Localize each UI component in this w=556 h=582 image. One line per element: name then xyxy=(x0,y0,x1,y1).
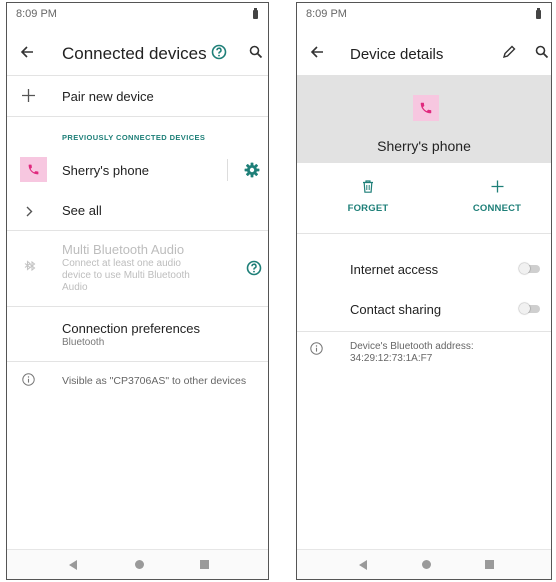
multi-audio-subtitle-line: Audio xyxy=(62,282,88,293)
connection-preferences-subtitle: Bluetooth xyxy=(62,337,105,348)
gear-icon[interactable] xyxy=(240,158,264,182)
chevron-right-icon xyxy=(26,204,33,222)
toggle-thumb xyxy=(519,263,530,274)
visible-as-text: Visible as "CP3706AS" to other devices xyxy=(62,375,247,387)
back-arrow-icon[interactable] xyxy=(15,40,39,64)
bluetooth-address-value: 34:29:12:73:1A:F7 xyxy=(350,353,433,364)
bluetooth-icon xyxy=(20,260,38,279)
status-bar: 8:09 PM xyxy=(297,3,551,25)
divider xyxy=(297,331,551,332)
app-bar: Connected devices xyxy=(7,27,268,75)
nav-back-icon[interactable] xyxy=(359,560,367,570)
search-icon[interactable] xyxy=(530,40,551,64)
contact-sharing-row[interactable]: Contact sharing xyxy=(297,290,551,326)
divider xyxy=(7,230,268,231)
plus-icon xyxy=(491,180,504,198)
edit-pencil-icon[interactable] xyxy=(497,40,521,64)
multi-audio-subtitle-line: Connect at least one audio xyxy=(62,258,181,269)
navigation-bar xyxy=(7,549,268,579)
contact-sharing-label: Contact sharing xyxy=(350,302,442,317)
device-name: Sherry's phone xyxy=(62,163,150,178)
multi-audio-subtitle: Connect at least one audio device to use… xyxy=(62,258,190,294)
multi-bluetooth-audio-row: Multi Bluetooth Audio Connect at least o… xyxy=(7,233,268,303)
info-icon xyxy=(310,342,323,360)
info-icon xyxy=(22,373,35,391)
visible-as-row: Visible as "CP3706AS" to other devices xyxy=(7,365,268,395)
phone-icon xyxy=(413,95,439,121)
contact-sharing-toggle[interactable] xyxy=(519,303,541,314)
pair-new-device-label: Pair new device xyxy=(62,89,154,104)
bluetooth-address-label: Device's Bluetooth address: xyxy=(350,341,474,352)
device-row-sherrys-phone[interactable]: Sherry's phone xyxy=(7,151,268,189)
device-details-screen: 8:09 PM Device details Sherry's phone FO xyxy=(296,2,552,580)
multi-audio-subtitle-line: device to use Multi Bluetooth xyxy=(62,270,190,281)
status-time: 8:09 PM xyxy=(306,8,347,20)
internet-access-toggle[interactable] xyxy=(519,263,541,274)
toggle-thumb xyxy=(519,303,530,314)
device-header: Sherry's phone xyxy=(297,75,551,163)
connect-label: CONNECT xyxy=(472,203,522,214)
plus-icon xyxy=(22,89,35,107)
section-header: PREVIOUSLY CONNECTED DEVICES xyxy=(62,133,206,142)
connection-preferences-title: Connection preferences xyxy=(62,321,201,336)
nav-recents-icon[interactable] xyxy=(485,560,494,569)
bluetooth-address-row: Device's Bluetooth address: 34:29:12:73:… xyxy=(297,335,551,375)
connect-button[interactable]: CONNECT xyxy=(457,180,537,214)
bluetooth-address: Device's Bluetooth address: 34:29:12:73:… xyxy=(350,341,474,365)
status-bar: 8:09 PM xyxy=(7,3,268,25)
battery-icon xyxy=(253,8,258,19)
internet-access-label: Internet access xyxy=(350,262,439,277)
divider xyxy=(297,233,551,234)
forget-button[interactable]: FORGET xyxy=(333,180,403,214)
connection-preferences-row[interactable]: Connection preferences Bluetooth xyxy=(7,309,268,359)
connected-devices-screen: 8:09 PM Connected devices Pair new devic… xyxy=(6,2,269,580)
divider xyxy=(7,361,268,362)
nav-home-icon[interactable] xyxy=(135,560,144,569)
see-all-label: See all xyxy=(62,203,102,218)
search-icon[interactable] xyxy=(244,40,268,64)
page-title: Connected devices xyxy=(62,44,207,63)
back-arrow-icon[interactable] xyxy=(305,40,329,64)
multi-audio-title: Multi Bluetooth Audio xyxy=(62,242,185,257)
app-bar: Device details xyxy=(297,27,551,75)
divider-vertical xyxy=(227,159,228,181)
device-name: Sherry's phone xyxy=(377,138,471,154)
trash-icon xyxy=(362,180,374,198)
divider xyxy=(7,75,268,76)
help-circle-icon[interactable] xyxy=(207,40,231,64)
battery-icon xyxy=(536,8,541,19)
nav-back-icon[interactable] xyxy=(69,560,77,570)
forget-label: FORGET xyxy=(347,203,389,214)
phone-icon xyxy=(20,157,47,182)
divider xyxy=(7,306,268,307)
help-circle-icon[interactable] xyxy=(242,256,266,280)
nav-home-icon[interactable] xyxy=(422,560,431,569)
navigation-bar xyxy=(297,549,551,579)
pair-new-device-row[interactable]: Pair new device xyxy=(7,79,268,113)
page-title: Device details xyxy=(350,46,444,63)
see-all-row[interactable]: See all xyxy=(7,193,268,227)
internet-access-row[interactable]: Internet access xyxy=(297,250,551,286)
nav-recents-icon[interactable] xyxy=(200,560,209,569)
status-time: 8:09 PM xyxy=(16,8,57,20)
divider xyxy=(7,116,268,117)
